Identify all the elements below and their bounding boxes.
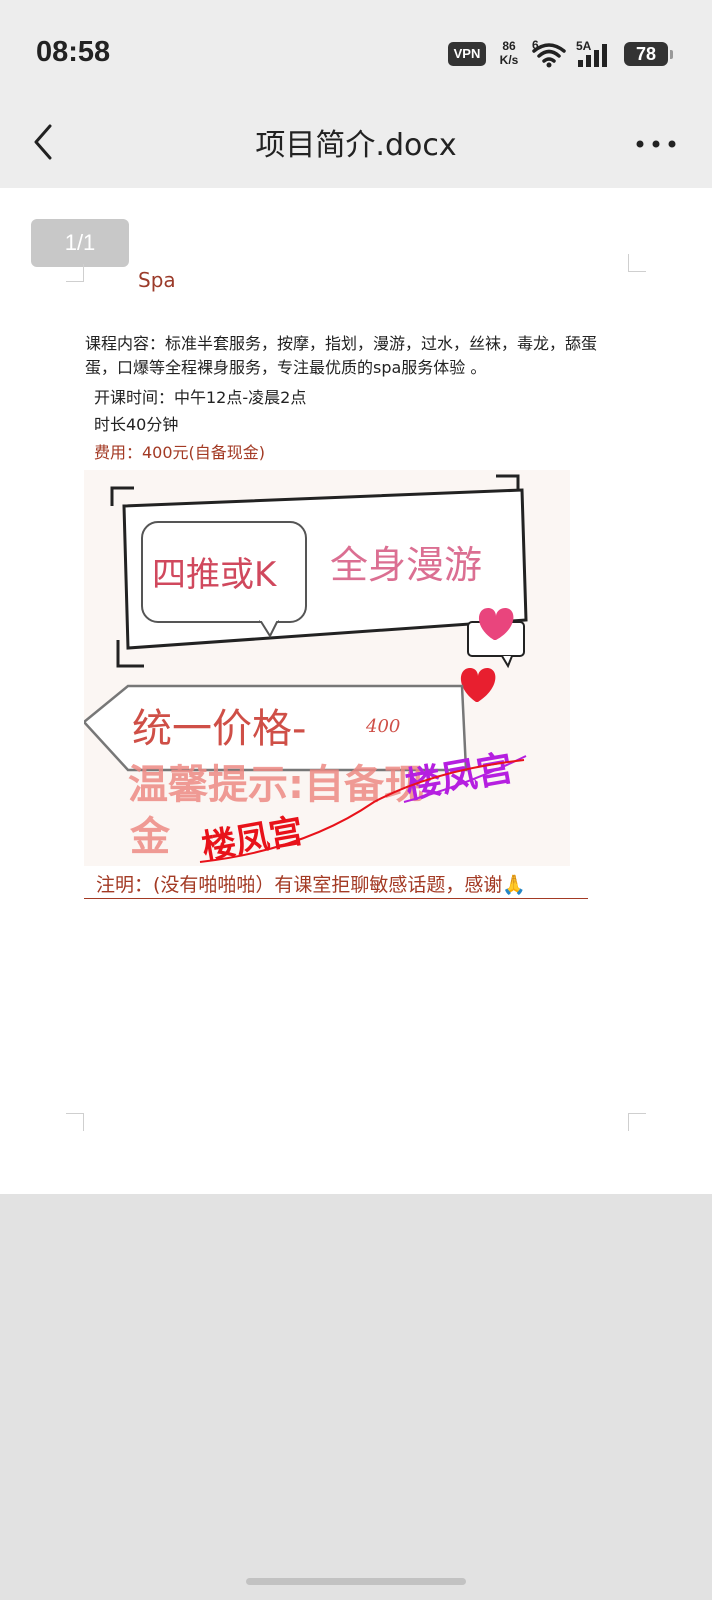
- chevron-left-icon[interactable]: [24, 118, 64, 166]
- battery-icon: 78: [624, 42, 668, 66]
- network-speed-unit: K/s: [499, 53, 519, 67]
- promo-tip-line1: 温馨提示:自备现: [128, 762, 424, 808]
- document-viewer[interactable]: 1/1 Spa 课程内容：标准半套服务，按摩，指划，漫游，过水，丝袜，毒龙，舔蛋…: [0, 188, 712, 1194]
- promo-tip-line2: 金: [129, 814, 171, 860]
- promo-price-label: 统一价格-: [132, 706, 306, 752]
- notice-text: 注明：(没有啪啪啪）有课室拒聊敏感话题，感谢🙏: [96, 874, 527, 896]
- status-time: 08:58: [36, 36, 111, 68]
- margin-corner-bottom-right: [628, 1113, 646, 1131]
- document-title: 项目简介.docx: [255, 128, 457, 163]
- more-horizontal-icon[interactable]: [632, 124, 680, 164]
- network-speed: 86 K/s: [494, 39, 524, 67]
- margin-corner-bottom-left: [66, 1113, 84, 1131]
- hours-text: 开课时间：中午12点-凌晨2点: [94, 388, 307, 407]
- home-indicator[interactable]: [246, 1578, 466, 1585]
- document-heading: Spa: [138, 268, 176, 292]
- cellular-badge: 5A: [576, 39, 592, 53]
- vpn-icon: VPN: [448, 42, 486, 66]
- status-bar: 08:58 VPN 86 K/s 6 5A 78: [0, 0, 712, 100]
- watermark-red: 楼凤宫: [199, 811, 306, 866]
- promo-image: 四推或K 全身漫游 统一价格- 400 温馨提示:自备现 金 楼凤宫 楼凤宫: [84, 470, 570, 866]
- battery-tip: [670, 50, 673, 59]
- promo-tag-right: 全身漫游: [330, 543, 482, 587]
- network-speed-value: 86: [502, 39, 516, 53]
- notice-underline: [84, 898, 588, 899]
- promo-tag-left: 四推或K: [152, 555, 278, 595]
- course-content-text: 课程内容：标准半套服务，按摩，指划，漫游，过水，丝袜，毒龙，舔蛋蛋，口爆等全程裸…: [85, 334, 598, 377]
- duration-text: 时长40分钟: [94, 415, 179, 434]
- promo-price-value: 400: [365, 716, 400, 737]
- margin-corner-top-right: [628, 254, 646, 272]
- page-indicator: 1/1: [31, 219, 129, 267]
- title-bar: 项目简介.docx: [0, 100, 712, 188]
- fee-text: 费用：400元(自备现金): [94, 443, 266, 462]
- wifi-badge: 6: [532, 38, 539, 52]
- margin-corner-top-left: [66, 264, 84, 282]
